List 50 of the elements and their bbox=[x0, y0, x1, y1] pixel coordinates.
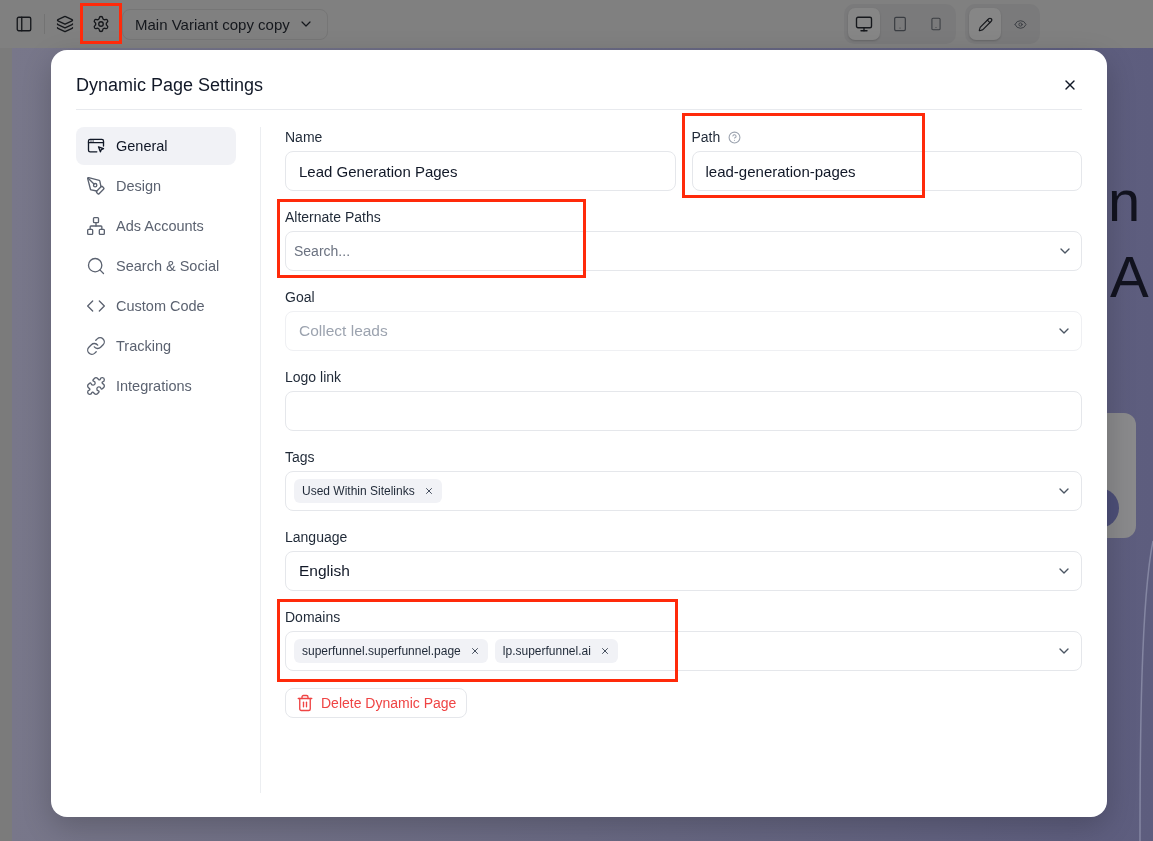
sidebar-item[interactable]: General bbox=[76, 127, 236, 165]
field-label: Goal bbox=[285, 288, 315, 307]
search-icon bbox=[86, 256, 106, 276]
tag-chip[interactable]: superfunnel.superfunnel.page bbox=[294, 639, 488, 663]
multi-select-field[interactable]: superfunnel.superfunnel.page lp.superfunnel.ai bbox=[285, 631, 1082, 671]
pencil-icon bbox=[977, 16, 993, 32]
field-label: Path bbox=[691, 128, 721, 147]
remove-icon[interactable] bbox=[423, 486, 434, 496]
sitemap-icon bbox=[86, 216, 106, 236]
gear-icon bbox=[92, 15, 110, 33]
text-input[interactable]: Lead Generation Pages bbox=[285, 151, 676, 191]
select-field[interactable]: English bbox=[285, 551, 1082, 591]
field-label: Language bbox=[285, 528, 348, 547]
layers-icon bbox=[56, 15, 74, 33]
tag-chip[interactable]: Used Within Sitelinks bbox=[294, 479, 442, 503]
tablet-icon bbox=[892, 16, 908, 32]
sidebar-item[interactable]: Integrations bbox=[76, 367, 236, 405]
sidebar-item[interactable]: Search & Social bbox=[76, 247, 236, 285]
variant-dropdown[interactable]: Main Variant copy copy bbox=[122, 8, 328, 40]
text-input[interactable]: lead-generation-pages bbox=[691, 151, 1082, 191]
canvas-heading: n bbox=[1108, 172, 1141, 230]
field-label: Logo link bbox=[285, 368, 342, 387]
link-icon bbox=[86, 336, 106, 356]
field-label: Tags bbox=[285, 448, 315, 467]
multi-select-field[interactable]: Used Within Sitelinks bbox=[285, 471, 1082, 511]
delete-button[interactable]: Delete Dynamic Page bbox=[285, 688, 468, 718]
remove-icon[interactable] bbox=[469, 646, 480, 656]
browser-cursor-icon bbox=[86, 136, 106, 156]
desktop-button[interactable] bbox=[848, 8, 880, 40]
puzzle-icon bbox=[86, 376, 106, 396]
field-label: Name bbox=[285, 128, 323, 147]
field-label: Domains bbox=[285, 608, 341, 627]
trash-icon bbox=[296, 694, 314, 712]
sidebar-item[interactable]: Tracking bbox=[76, 327, 236, 365]
edit-button[interactable] bbox=[969, 8, 1001, 40]
remove-icon[interactable] bbox=[599, 646, 610, 656]
sidebar-item[interactable]: Design bbox=[76, 167, 236, 205]
field-label: Alternate Paths bbox=[285, 208, 381, 227]
phone-icon bbox=[929, 17, 943, 31]
desktop-icon bbox=[855, 15, 873, 33]
sidebar-item[interactable]: Ads Accounts bbox=[76, 207, 236, 245]
panel-icon bbox=[15, 15, 33, 33]
text-input[interactable] bbox=[285, 391, 1082, 431]
canvas-heading: A bbox=[1110, 248, 1149, 306]
sidebar-item[interactable]: Custom Code bbox=[76, 287, 236, 325]
pen-icon bbox=[86, 176, 106, 196]
eye-icon bbox=[1013, 17, 1027, 31]
search-combobox[interactable]: Search... bbox=[285, 231, 1082, 271]
tag-chip[interactable]: lp.superfunnel.ai bbox=[494, 639, 618, 663]
dialog-title: Dynamic Page Settings bbox=[76, 74, 264, 97]
